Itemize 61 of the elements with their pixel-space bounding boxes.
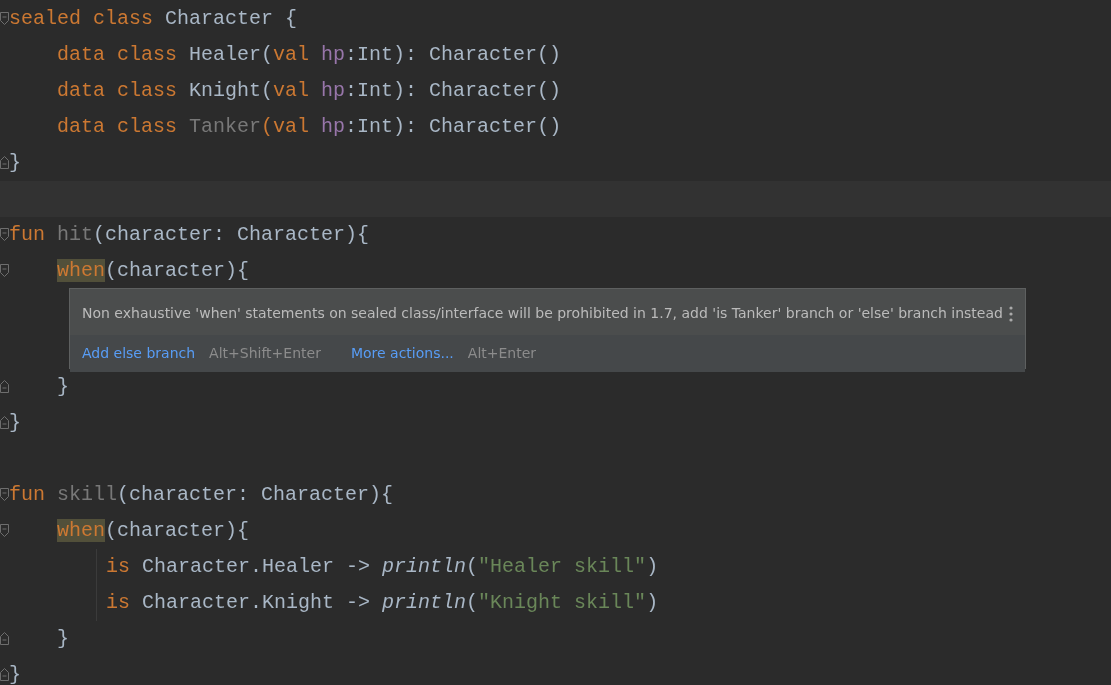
keyword-token: val [273, 115, 310, 138]
code-text: (character: Character){ [93, 223, 370, 246]
unused-identifier: hit [56, 223, 94, 246]
unfold-icon[interactable] [0, 416, 9, 429]
code-text: } [9, 663, 21, 685]
more-options-icon[interactable] [1009, 305, 1013, 322]
keyword-token: when [57, 259, 105, 282]
fold-icon[interactable] [0, 12, 9, 25]
code-text: (character){ [105, 519, 250, 542]
string-literal: "Knight skill" [478, 591, 647, 614]
code-text: ( [466, 555, 479, 578]
keyword-token: data class [57, 79, 178, 102]
action-link[interactable]: Add else branch [82, 343, 196, 364]
code-text: (character){ [105, 259, 250, 282]
fold-icon[interactable] [0, 228, 9, 241]
keyword-token: fun [9, 223, 45, 246]
code-text: Knight( [188, 79, 274, 102]
keyword-token: is [106, 591, 130, 614]
code-text: (character: Character){ [117, 483, 394, 506]
fold-icon[interactable] [0, 488, 9, 501]
warning-message: Non exhaustive 'when' statements on sealed class/interface will be prohibited in 1.7, add 'is Tanker' branch or 'else' branch instead [82, 304, 1003, 323]
code-text: ( [466, 591, 479, 614]
shortcut-hint: Alt+Shift+Enter [209, 344, 321, 363]
unused-identifier: skill [56, 483, 118, 506]
code-text: } [9, 411, 21, 434]
keyword-token: sealed class [9, 7, 154, 30]
string-literal: "Healer skill" [478, 555, 647, 578]
code-text: Character.Healer -> [141, 555, 372, 578]
unfold-icon[interactable] [0, 380, 9, 393]
unfold-icon[interactable] [0, 668, 9, 681]
keyword-token: ( [261, 115, 274, 138]
code-text: Character { [164, 7, 298, 30]
code-text: } [9, 151, 21, 174]
parameter-name: hp [320, 115, 346, 138]
keyword-token: val [273, 43, 310, 66]
action-link[interactable]: More actions... [350, 343, 454, 364]
fold-icon[interactable] [0, 524, 9, 537]
code-text: Healer( [188, 43, 274, 66]
unused-identifier: Tanker [188, 115, 262, 138]
keyword-token: data class [57, 115, 178, 138]
shortcut-hint: Alt+Enter [467, 344, 537, 363]
code-text: :Int): Character() [345, 115, 562, 138]
function-call: println [382, 591, 467, 614]
keyword-token: when [57, 519, 105, 542]
code-text: } [57, 375, 69, 398]
parameter-name: hp [320, 79, 346, 102]
code-text: :Int): Character() [345, 43, 562, 66]
keyword-token: val [273, 79, 310, 102]
code-text: Character.Knight -> [141, 591, 372, 614]
code-text: ) [646, 591, 659, 614]
keyword-token: is [106, 555, 130, 578]
unfold-icon[interactable] [0, 156, 9, 169]
keyword-token: data class [57, 43, 178, 66]
parameter-name: hp [320, 43, 346, 66]
fold-icon[interactable] [0, 264, 9, 277]
code-text: } [57, 627, 69, 650]
unfold-icon[interactable] [0, 632, 9, 645]
code-text: :Int): Character() [345, 79, 562, 102]
function-call: println [382, 555, 467, 578]
code-text: ) [646, 555, 659, 578]
keyword-token: fun [9, 483, 45, 506]
